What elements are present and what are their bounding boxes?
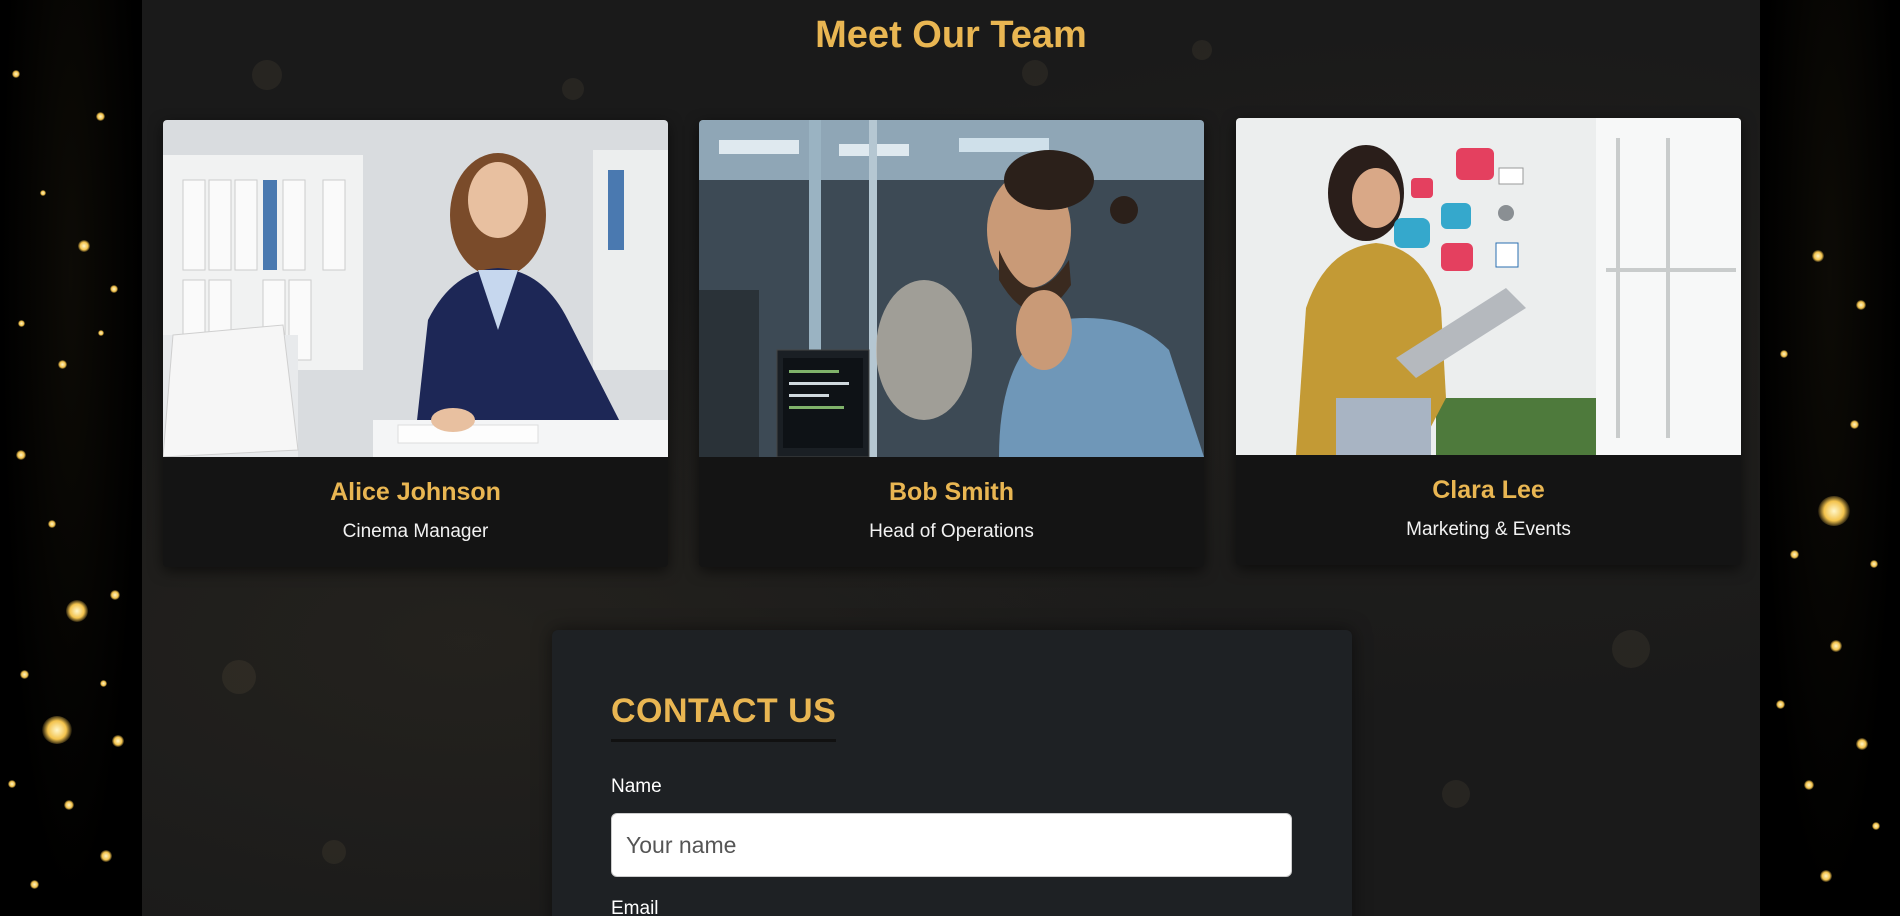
sparkle-background-left bbox=[0, 0, 142, 916]
clara-photo bbox=[1236, 118, 1741, 455]
team-card-bob: Bob Smith Head of Operations bbox=[699, 120, 1204, 567]
member-name: Alice Johnson bbox=[330, 478, 501, 506]
team-section-title: Meet Our Team bbox=[815, 14, 1087, 56]
member-role: Marketing & Events bbox=[1406, 519, 1571, 540]
member-role: Head of Operations bbox=[869, 521, 1034, 542]
alice-photo bbox=[163, 120, 668, 457]
sparkle-background-right bbox=[1760, 0, 1900, 916]
main-content: Meet Our Team Alice Johnson Cinema Manag… bbox=[142, 0, 1760, 916]
team-card-alice: Alice Johnson Cinema Manager bbox=[163, 120, 668, 567]
email-label: Email bbox=[611, 898, 659, 916]
team-card-clara: Clara Lee Marketing & Events bbox=[1236, 118, 1741, 565]
member-name: Bob Smith bbox=[889, 478, 1014, 506]
contact-form: CONTACT US Name Email bbox=[552, 630, 1352, 916]
member-role: Cinema Manager bbox=[342, 521, 489, 542]
name-input[interactable] bbox=[611, 813, 1292, 877]
contact-title: CONTACT US bbox=[611, 692, 837, 742]
name-label: Name bbox=[611, 776, 662, 797]
bob-photo bbox=[699, 120, 1204, 457]
member-name: Clara Lee bbox=[1432, 476, 1545, 504]
